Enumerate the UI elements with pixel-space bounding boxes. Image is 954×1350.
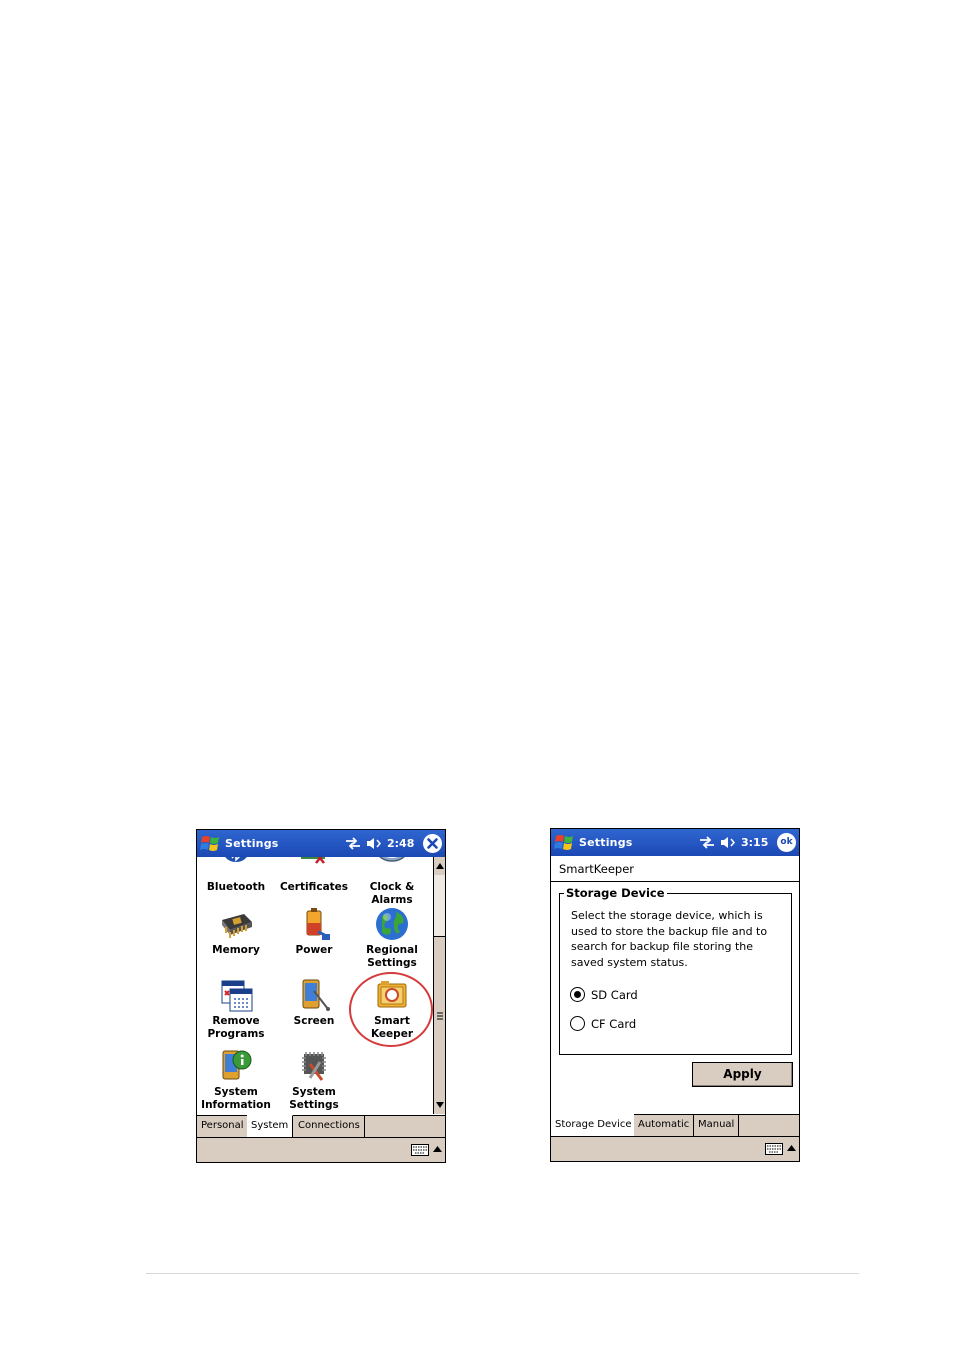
windows-start-icon[interactable]	[554, 832, 576, 853]
tab-manual[interactable]: Manual	[694, 1114, 740, 1136]
page-title: SmartKeeper	[551, 856, 799, 882]
globe-icon	[376, 908, 408, 940]
scroll-thumb[interactable]	[434, 936, 445, 1098]
vertical-scrollbar[interactable]	[433, 857, 445, 1114]
connectivity-icon[interactable]	[345, 837, 361, 850]
tab-connections[interactable]: Connections	[294, 1115, 365, 1137]
speaker-mute-icon[interactable]	[366, 837, 382, 850]
icon-label: Certificates	[279, 881, 349, 893]
battery-icon	[306, 908, 330, 940]
connectivity-icon[interactable]	[699, 836, 715, 849]
input-menu-arrow-icon[interactable]	[787, 1145, 796, 1151]
tab-system[interactable]: System	[247, 1115, 294, 1137]
keyboard-icon[interactable]	[765, 1143, 783, 1155]
sd-card-option[interactable]: SD Card	[570, 987, 638, 1002]
scroll-up-button[interactable]	[434, 857, 445, 875]
status-area: 3:15	[699, 835, 768, 850]
group-title: Storage Device	[564, 886, 667, 900]
system-settings-item[interactable]: System Settings	[275, 1048, 353, 1112]
clock[interactable]: 2:48	[387, 837, 414, 850]
ok-button[interactable]: ok	[777, 833, 796, 852]
status-area: 2:48	[345, 836, 414, 851]
scroll-down-button[interactable]	[434, 1096, 445, 1114]
arrow-down-icon	[436, 1102, 444, 1108]
grip-icon	[437, 1012, 443, 1020]
memory-item[interactable]: Memory	[197, 906, 275, 957]
menu-bar	[551, 1136, 799, 1161]
highlight-circle	[349, 972, 433, 1047]
title-bar: Settings 2:48	[197, 830, 445, 857]
app-title: Settings	[225, 837, 279, 850]
icon-label: Power	[295, 944, 333, 956]
icon-label: System Information	[201, 1086, 271, 1111]
tab-storage-device[interactable]: Storage Device	[551, 1114, 637, 1136]
icon-label: Remove Programs	[207, 1015, 265, 1040]
settings-system-screen: Settings 2:48 Bluetooth Certificates Clo…	[196, 829, 446, 1163]
power-item[interactable]: Power	[275, 906, 353, 957]
speaker-mute-icon[interactable]	[720, 836, 736, 849]
option-label: SD Card	[591, 987, 638, 1002]
cf-card-option[interactable]: CF Card	[570, 1016, 636, 1031]
system-information-icon	[222, 1050, 252, 1080]
icon-label: Memory	[212, 944, 260, 956]
remove-programs-icon	[221, 980, 253, 1012]
arrow-up-icon	[436, 863, 444, 869]
description-text: Select the storage device, which is used…	[571, 909, 768, 969]
page-footer-rule	[146, 1273, 859, 1274]
title-bar: Settings 3:15 ok	[551, 829, 799, 856]
screen-item[interactable]: Screen	[275, 977, 353, 1028]
icon-label: Clock & Alarms	[369, 881, 415, 906]
smartkeeper-screen: Settings 3:15 ok SmartKeeper Storage Dev…	[550, 828, 800, 1162]
app-title: Settings	[579, 836, 633, 849]
keyboard-icon[interactable]	[411, 1144, 429, 1156]
clock-icon	[379, 857, 405, 862]
icon-label: Bluetooth	[206, 881, 266, 893]
clock[interactable]: 3:15	[741, 836, 768, 849]
icon-label: Regional Settings	[366, 944, 418, 969]
close-icon[interactable]	[423, 834, 442, 853]
option-label: CF Card	[591, 1016, 637, 1031]
input-menu-arrow-icon[interactable]	[433, 1146, 442, 1152]
radio-button[interactable]	[570, 1016, 585, 1031]
bluetooth-item[interactable]: Bluetooth	[197, 857, 275, 894]
storage-device-group: Storage Device Select the storage device…	[559, 886, 792, 1055]
system-information-item[interactable]: System Information	[197, 1048, 275, 1112]
icon-label: Screen	[293, 1015, 335, 1027]
windows-start-icon[interactable]	[200, 833, 222, 854]
screen-icon	[302, 979, 330, 1011]
system-settings-icon	[302, 1052, 326, 1081]
memory-chip-icon	[222, 914, 252, 938]
regional-settings-item[interactable]: Regional Settings	[353, 906, 431, 970]
settings-tab-bar: Personal System Connections	[197, 1115, 445, 1137]
menu-bar	[197, 1137, 445, 1162]
remove-programs-item[interactable]: Remove Programs	[197, 977, 275, 1041]
certificates-item[interactable]: Certificates	[275, 857, 353, 894]
radio-button[interactable]	[570, 987, 585, 1002]
bluetooth-icon	[225, 857, 247, 862]
smartkeeper-tab-bar: Storage Device Automatic Manual	[551, 1114, 799, 1136]
clock-alarms-item[interactable]: Clock & Alarms	[353, 857, 431, 907]
icon-label: System Settings	[289, 1086, 339, 1111]
certificates-icon	[301, 857, 325, 864]
tab-automatic[interactable]: Automatic	[634, 1114, 695, 1136]
apply-button[interactable]: Apply	[692, 1062, 793, 1087]
tab-personal[interactable]: Personal	[197, 1115, 249, 1137]
settings-icon-grid: Bluetooth Certificates Clock & Alarms Me…	[197, 857, 433, 1114]
